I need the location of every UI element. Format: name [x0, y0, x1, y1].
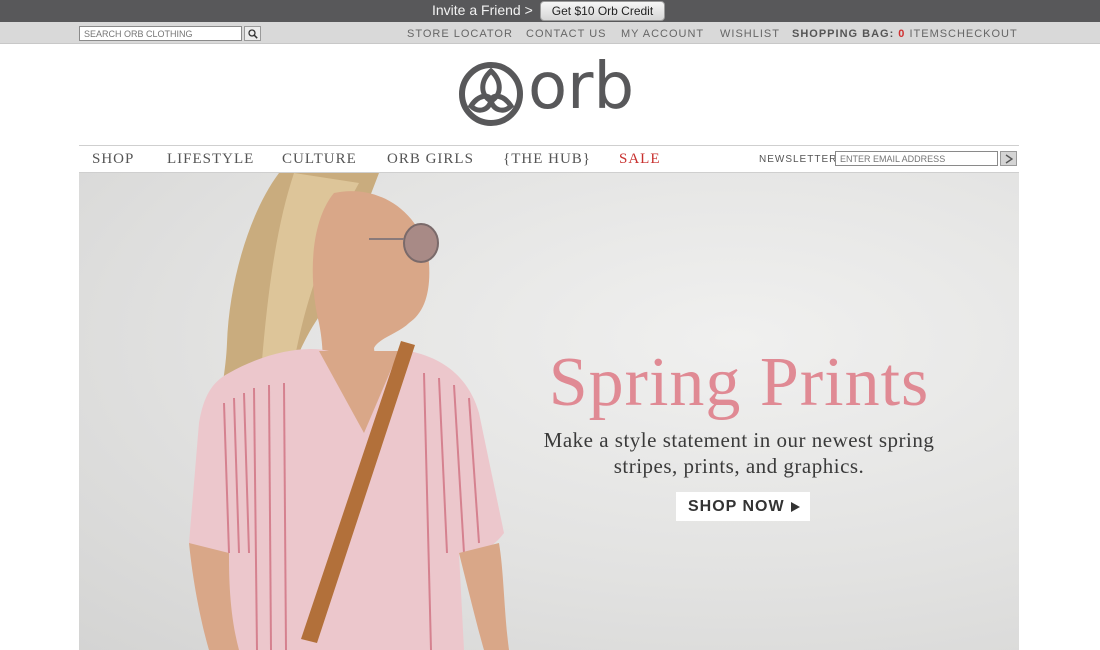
newsletter-submit-button[interactable]: [1000, 151, 1017, 166]
my-account-link[interactable]: MY ACCOUNT: [621, 28, 704, 40]
hero-model-image: [189, 173, 509, 650]
search-icon: [248, 29, 258, 39]
logo-wordmark: orb: [528, 50, 635, 124]
shopping-bag-link[interactable]: SHOPPING BAG: 0 ITEMS: [792, 28, 948, 40]
contact-us-link[interactable]: CONTACT US: [526, 28, 607, 40]
nav-item-shop[interactable]: SHOP: [92, 151, 134, 168]
store-locator-link[interactable]: STORE LOCATOR: [407, 28, 513, 40]
get-credit-button[interactable]: Get $10 Orb Credit: [540, 1, 665, 21]
main-nav: SHOP LIFESTYLE CULTURE ORB GIRLS {THE HU…: [79, 145, 1019, 173]
shop-now-label: SHOP NOW: [688, 498, 785, 515]
arrow-right-icon: [1005, 154, 1013, 164]
hero-headline: Spring Prints: [548, 344, 930, 421]
shopping-bag-count: 0: [898, 28, 906, 40]
search-button[interactable]: [244, 26, 261, 41]
utility-bar: STORE LOCATOR CONTACT US MY ACCOUNT WISH…: [0, 22, 1100, 44]
orb-logo[interactable]: orb: [458, 50, 640, 129]
nav-item-the-hub[interactable]: {THE HUB}: [503, 151, 591, 168]
checkout-link[interactable]: CHECKOUT: [948, 28, 1018, 40]
nav-item-orb-girls[interactable]: ORB GIRLS: [387, 151, 474, 168]
newsletter-label: NEWSLETTER: [759, 154, 838, 165]
invite-bar: Invite a Friend > Get $10 Orb Credit: [0, 0, 1100, 22]
shopping-bag-suffix: ITEMS: [909, 28, 949, 40]
nav-item-lifestyle[interactable]: LIFESTYLE: [167, 151, 254, 168]
newsletter-email-field[interactable]: [835, 151, 998, 166]
hero-subheadline-line-1: Make a style statement in our newest spr…: [543, 428, 935, 452]
hero-banner[interactable]: Spring Prints Make a style statement in …: [79, 173, 1019, 650]
hero-subheadline: Make a style statement in our newest spr…: [519, 427, 959, 479]
wishlist-link[interactable]: WISHLIST: [720, 28, 780, 40]
search-input[interactable]: [79, 26, 242, 41]
play-triangle-icon: [791, 502, 800, 512]
nav-item-culture[interactable]: CULTURE: [282, 151, 357, 168]
shop-now-button[interactable]: SHOP NOW: [676, 492, 810, 521]
hero-subheadline-line-2: stripes, prints, and graphics.: [613, 454, 865, 478]
nav-item-sale[interactable]: SALE: [619, 151, 661, 168]
orb-emblem-icon: [459, 62, 523, 126]
invite-friend-link[interactable]: Invite a Friend >: [432, 2, 533, 18]
shopping-bag-label: SHOPPING BAG:: [792, 28, 895, 40]
